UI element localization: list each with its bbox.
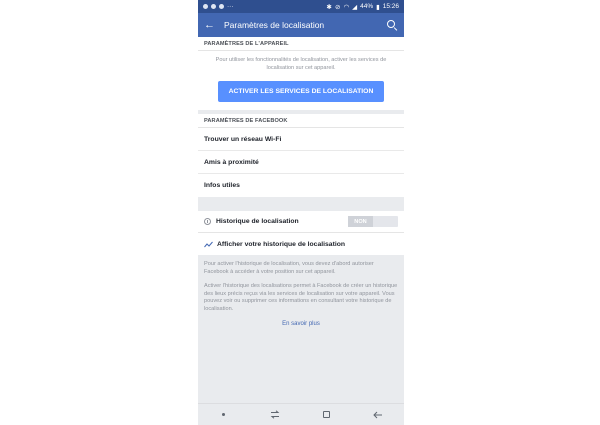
mute-icon: ⊘ — [335, 3, 341, 11]
back-button[interactable] — [371, 408, 385, 422]
clock-icon — [204, 218, 211, 225]
wifi-icon: ◠ — [343, 3, 350, 11]
back-arrow-icon — [373, 411, 383, 418]
phone-screen: ··· ✱ ⊘ ◠ ◢ 44% ▮ 15:26 ← Paramètres de … — [198, 0, 404, 425]
device-description: Pour utiliser les fonctionnalités de loc… — [215, 57, 387, 71]
enable-location-services-button[interactable]: ACTIVER LES SERVICES DE LOCALISATION — [218, 81, 384, 102]
clock-time: 15:26 — [382, 3, 399, 10]
bluetooth-icon: ✱ — [326, 3, 332, 11]
app-bar: ← Paramètres de localisation — [198, 13, 404, 37]
home-square-icon — [323, 411, 331, 418]
learn-more-link[interactable]: En savoir plus — [204, 321, 398, 327]
nav-dot-button[interactable] — [217, 408, 231, 422]
notification-icon — [211, 4, 216, 9]
list-item-wifi[interactable]: Trouver un réseau Wi-Fi — [198, 128, 404, 151]
page-title: Paramètres de localisation — [224, 20, 325, 30]
facebook-settings-section: PARAMÈTRES DE FACEBOOK Trouver un réseau… — [198, 114, 404, 197]
section-header-facebook: PARAMÈTRES DE FACEBOOK — [198, 114, 404, 128]
view-history-label: Afficher votre historique de localisatio… — [217, 240, 346, 248]
trend-line-icon — [204, 241, 213, 247]
more-notifications-icon: ··· — [227, 3, 234, 10]
battery-icon: ▮ — [376, 3, 380, 11]
recent-apps-button[interactable] — [268, 408, 282, 422]
location-history-label: Historique de localisation — [216, 218, 299, 225]
search-handle — [393, 27, 398, 31]
section-header-device: PARAMÈTRES DE L'APPAREIL — [198, 37, 404, 51]
search-icon[interactable] — [386, 19, 398, 31]
list-item-nearby-friends[interactable]: Amis à proximité — [198, 151, 404, 174]
info-paragraph-1: Pour activer l'historique de localisatio… — [204, 261, 374, 275]
status-system: ✱ ⊘ ◠ ◢ 44% ▮ 15:26 — [327, 3, 399, 11]
location-history-toggle[interactable]: NON — [348, 216, 398, 227]
signal-icon: ◢ — [352, 3, 358, 11]
list-item-useful-info[interactable]: Infos utiles — [198, 174, 404, 197]
section-gap — [198, 197, 404, 211]
info-paragraph-2: Activer l'historique des localisations p… — [204, 283, 398, 312]
view-history-link[interactable]: Afficher votre historique de localisatio… — [198, 233, 404, 255]
notification-icon — [203, 4, 208, 9]
recent-apps-icon — [270, 410, 280, 419]
toggle-value: NON — [348, 216, 373, 227]
device-settings-section: PARAMÈTRES DE L'APPAREIL Pour utiliser l… — [198, 37, 404, 110]
home-button[interactable] — [320, 408, 334, 422]
dot-icon — [222, 413, 226, 416]
android-nav-bar — [198, 403, 404, 425]
battery-percent: 44% — [360, 3, 374, 10]
status-bar: ··· ✱ ⊘ ◠ ◢ 44% ▮ 15:26 — [198, 0, 404, 13]
info-area: Pour activer l'historique de localisatio… — [198, 255, 404, 405]
button-wrapper: ACTIVER LES SERVICES DE LOCALISATION — [198, 72, 404, 110]
status-notifications: ··· — [203, 3, 234, 10]
back-arrow-icon[interactable]: ← — [204, 19, 222, 31]
notification-icon — [219, 4, 224, 9]
location-history-row: Historique de localisation NON — [198, 211, 404, 233]
